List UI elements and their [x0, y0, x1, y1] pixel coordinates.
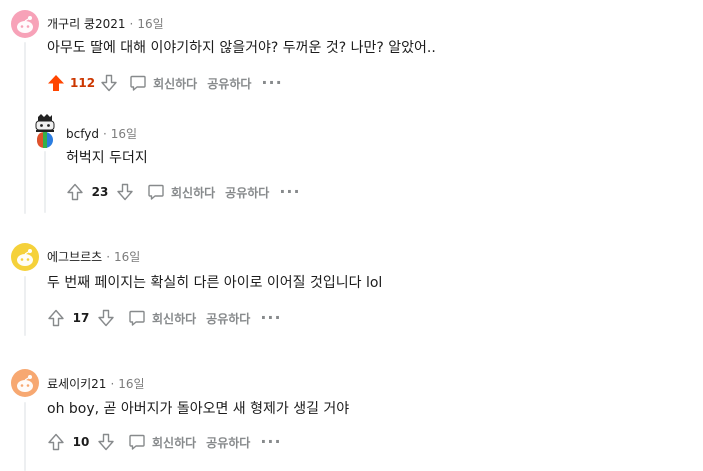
reply-button[interactable]: 회신하다 — [143, 180, 219, 204]
downvote-button[interactable] — [94, 306, 118, 330]
share-label: 공유하다 — [225, 185, 270, 200]
comment-time[interactable]: 16일 — [114, 250, 140, 264]
downvote-button[interactable] — [113, 180, 137, 204]
share-button[interactable]: 공유하다 — [202, 306, 254, 330]
comment-text: oh boy, 곧 아버지가 돌아오면 새 형제가 생길 거야 — [47, 401, 350, 417]
vote-count: 17 — [72, 311, 90, 325]
avatar[interactable] — [31, 113, 59, 149]
comment-text: 두 번째 페이지는 확실히 다른 아이로 이어질 것입니다 lol — [47, 275, 383, 291]
comment-time[interactable]: 16일 — [118, 377, 144, 391]
comment-time[interactable]: 16일 — [111, 127, 137, 141]
meta-separator: · — [110, 377, 115, 391]
comment-bubble-icon — [129, 310, 145, 326]
downvote-button[interactable] — [94, 430, 118, 454]
upvote-button[interactable] — [63, 180, 87, 204]
avatar[interactable] — [11, 10, 39, 38]
downvote-icon — [98, 433, 114, 451]
custom-avatar-icon — [35, 114, 55, 148]
vote-count: 23 — [91, 185, 109, 199]
comment-actions: 10 회신하다 공유하다 ··· — [44, 430, 288, 454]
share-label: 공유하다 — [206, 435, 251, 450]
comment-meta: 에그브르츠 · 16일 — [47, 249, 140, 265]
snoo-avatar-icon — [17, 16, 33, 33]
comment-text: 아무도 딸에 대해 이야기하지 않을거야? 두꺼운 것? 나만? 알았어.. — [47, 40, 436, 56]
share-button[interactable]: 공유하다 — [203, 71, 255, 95]
comment-time[interactable]: 16일 — [137, 17, 163, 31]
meta-separator: · — [129, 17, 134, 31]
reply-label: 회신하다 — [171, 185, 216, 200]
upvote-icon — [48, 309, 64, 327]
meta-separator: · — [102, 127, 107, 141]
comment-meta: 개구리 쿵2021 · 16일 — [47, 16, 164, 32]
comment-actions: 112 회신하다 공유하다 ··· — [44, 71, 289, 95]
reply-label: 회신하다 — [152, 311, 197, 326]
comment-actions: 23 회신하다 공유하다 ··· — [63, 180, 307, 204]
share-button[interactable]: 공유하다 — [221, 180, 273, 204]
more-options-button[interactable]: ··· — [255, 75, 288, 91]
downvote-button[interactable] — [97, 71, 121, 95]
upvote-button[interactable] — [44, 430, 68, 454]
downvote-icon — [117, 183, 133, 201]
comment-meta: 료세이키21 · 16일 — [47, 376, 145, 392]
share-button[interactable]: 공유하다 — [202, 430, 254, 454]
upvote-button[interactable] — [44, 71, 68, 95]
reply-button[interactable]: 회신하다 — [125, 71, 201, 95]
comment-text: 허벅지 두더지 — [66, 150, 148, 166]
share-label: 공유하다 — [207, 76, 252, 91]
thread-line[interactable] — [24, 402, 26, 471]
upvote-icon — [48, 433, 64, 451]
avatar[interactable] — [11, 369, 39, 397]
comment-bubble-icon — [148, 184, 164, 200]
reply-button[interactable]: 회신하다 — [124, 306, 200, 330]
avatar[interactable] — [11, 243, 39, 271]
meta-separator: · — [106, 250, 111, 264]
author-name[interactable]: 에그브르츠 — [47, 250, 102, 264]
author-name[interactable]: 료세이키21 — [47, 377, 106, 391]
thread-line[interactable] — [44, 151, 46, 213]
more-options-button[interactable]: ··· — [273, 184, 306, 200]
upvote-button[interactable] — [44, 306, 68, 330]
more-options-button[interactable]: ··· — [254, 434, 287, 450]
reply-button[interactable]: 회신하다 — [124, 430, 200, 454]
reply-label: 회신하다 — [153, 76, 198, 91]
author-name[interactable]: 개구리 쿵2021 — [47, 17, 126, 31]
downvote-icon — [98, 309, 114, 327]
comment-meta: bcfyd · 16일 — [66, 126, 137, 142]
author-name[interactable]: bcfyd — [66, 127, 99, 141]
more-options-button[interactable]: ··· — [254, 310, 287, 326]
share-label: 공유하다 — [206, 311, 251, 326]
comment-bubble-icon — [129, 434, 145, 450]
vote-count: 112 — [70, 76, 96, 90]
comment-actions: 17 회신하다 공유하다 ··· — [44, 306, 288, 330]
snoo-avatar-icon — [17, 375, 33, 392]
snoo-avatar-icon — [17, 249, 33, 266]
thread-line[interactable] — [24, 42, 26, 214]
upvote-icon — [67, 183, 83, 201]
comment-bubble-icon — [130, 75, 146, 91]
thread-line[interactable] — [24, 276, 26, 336]
upvote-active-icon — [48, 75, 64, 91]
downvote-icon — [101, 74, 117, 92]
vote-count: 10 — [72, 435, 90, 449]
reply-label: 회신하다 — [152, 435, 197, 450]
